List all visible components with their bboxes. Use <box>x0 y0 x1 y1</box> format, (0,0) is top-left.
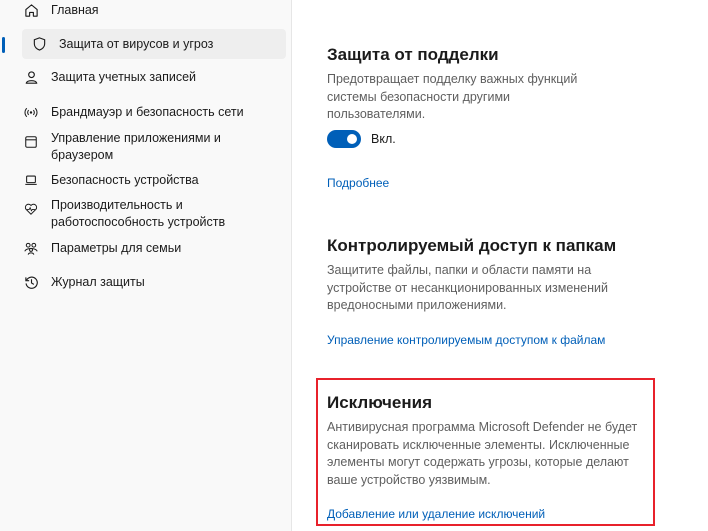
heart-pulse-icon <box>22 200 40 218</box>
sidebar-item-protection-history[interactable]: Журнал защиты <box>22 273 286 293</box>
sidebar-item-label: Производительность и работоспособность у… <box>51 198 226 229</box>
sidebar-item-virus-protection[interactable]: Защита от вирусов и угроз <box>22 29 286 59</box>
folder-access-description: Защитите файлы, папки и области памяти н… <box>327 263 609 312</box>
manage-folder-access-link[interactable]: Управление контролируемым доступом к фай… <box>327 333 605 347</box>
sidebar-item-label: Безопасность устройства <box>51 173 199 187</box>
home-icon <box>22 1 40 19</box>
sidebar-item-account-protection[interactable]: Защита учетных записей <box>22 68 286 88</box>
sidebar-item-app-browser[interactable]: Управление приложениями и браузером <box>22 129 286 165</box>
sidebar-item-family[interactable]: Параметры для семьи <box>22 239 286 259</box>
learn-more-link[interactable]: Подробнее <box>327 176 389 190</box>
sidebar-item-home[interactable]: Главная <box>22 1 286 21</box>
sidebar-item-label: Параметры для семьи <box>51 241 182 255</box>
laptop-icon <box>22 171 40 189</box>
shield-icon <box>30 35 48 53</box>
toggle-state-label: Вкл. <box>371 132 396 146</box>
toggle-knob <box>347 134 357 144</box>
sidebar-item-firewall[interactable]: Брандмауэр и безопасность сети <box>22 103 286 123</box>
sidebar-item-device-security[interactable]: Безопасность устройства <box>22 171 286 191</box>
wifi-antenna-icon <box>22 103 40 121</box>
tamper-protection-title: Защита от подделки <box>327 45 499 64</box>
tamper-protection-toggle[interactable] <box>327 130 361 148</box>
app-browser-icon <box>22 133 40 151</box>
folder-access-title: Контролируемый доступ к папкам <box>327 236 617 255</box>
active-indicator <box>2 37 5 53</box>
sidebar-item-label: Управление приложениями и браузером <box>51 131 221 162</box>
sidebar-item-device-performance[interactable]: Производительность и работоспособность у… <box>22 196 286 232</box>
sidebar-item-label: Брандмауэр и безопасность сети <box>51 105 244 119</box>
tamper-protection-description: Предотвращает подделку важных функций си… <box>327 72 578 121</box>
sidebar-item-label: Защита от вирусов и угроз <box>59 37 214 51</box>
person-icon <box>22 68 40 86</box>
sidebar-item-label: Главная <box>51 3 99 17</box>
history-icon <box>22 273 40 291</box>
sidebar-item-label: Защита учетных записей <box>51 70 197 84</box>
exclusions-highlight-box <box>316 378 655 526</box>
sidebar-item-label: Журнал защиты <box>51 275 145 289</box>
sidebar-nav: Главная Защита от вирусов и угроз Защита… <box>0 0 292 531</box>
family-icon <box>22 239 40 257</box>
